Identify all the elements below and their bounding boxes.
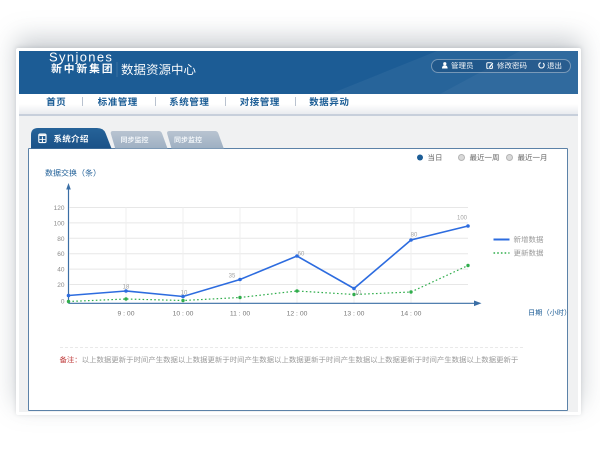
svg-text:120: 120: [54, 205, 65, 212]
svg-text:13 : 00: 13 : 00: [344, 310, 365, 317]
svg-text:40: 40: [57, 267, 65, 274]
svg-text:18: 18: [123, 285, 130, 291]
svg-text:20: 20: [57, 282, 65, 289]
svg-text:10: 10: [355, 291, 362, 297]
svg-text:10 : 00: 10 : 00: [173, 310, 194, 317]
svg-text:100: 100: [54, 220, 65, 227]
svg-text:12 : 00: 12 : 00: [287, 310, 308, 317]
svg-text:Synjones: Synjones: [49, 49, 113, 64]
svg-text:60: 60: [57, 251, 65, 258]
svg-text:11 : 00: 11 : 00: [230, 310, 251, 317]
svg-text:100: 100: [457, 216, 468, 222]
svg-text:35: 35: [229, 274, 236, 280]
svg-text:60: 60: [298, 252, 305, 258]
svg-text:80: 80: [57, 236, 65, 243]
svg-text:80: 80: [411, 233, 418, 239]
svg-text:14 : 00: 14 : 00: [401, 310, 422, 317]
svg-text:10: 10: [181, 291, 188, 297]
svg-text:0: 0: [61, 299, 65, 306]
svg-text:9 : 00: 9 : 00: [117, 310, 134, 317]
